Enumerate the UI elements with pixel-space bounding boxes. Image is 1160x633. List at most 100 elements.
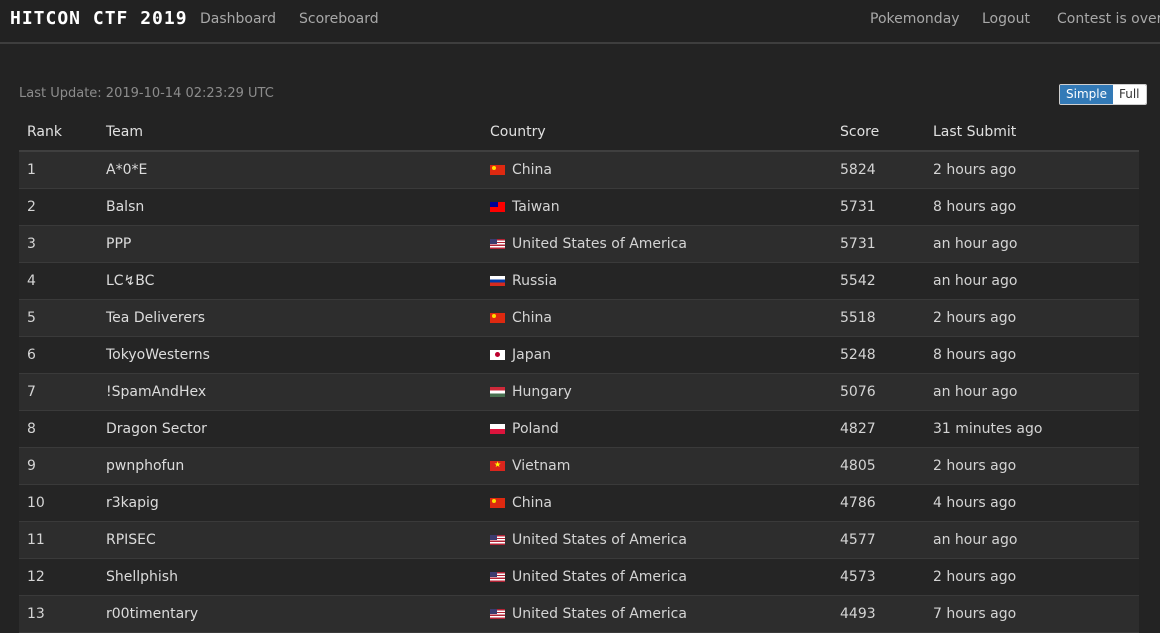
rank-cell: 2 [19, 188, 106, 226]
country-name: China [512, 161, 552, 178]
vn-flag-icon [490, 460, 505, 471]
team-cell: r3kapig [106, 484, 490, 522]
table-row[interactable]: 12 Shellphish United States of America 4573… [19, 558, 1139, 596]
hu-flag-icon [490, 386, 505, 397]
score-cell: 4805 [840, 447, 933, 485]
rank-cell: 11 [19, 521, 106, 559]
score-cell: 4786 [840, 484, 933, 522]
country-name: United States of America [512, 235, 687, 252]
jp-flag-icon [490, 349, 505, 360]
table-row[interactable]: 8 Dragon Sector Poland 4827 31 minutes ago [19, 410, 1139, 448]
last-submit-cell: an hour ago [933, 521, 1139, 559]
rank-cell: 12 [19, 558, 106, 596]
score-cell: 4493 [840, 595, 933, 633]
team-name-link[interactable]: TokyoWesterns [106, 347, 210, 363]
last-submit-cell: 4 hours ago [933, 484, 1139, 522]
table-row[interactable]: 7 !SpamAndHex Hungary 5076 an hour ago [19, 373, 1139, 411]
rank-cell: 8 [19, 410, 106, 448]
full-view-button[interactable]: Full [1112, 85, 1146, 104]
table-header-row: Rank Team Country Score Last Submit [19, 114, 1139, 152]
scoreboard-body: 1 A*0*E China 5824 2 hours ago 2 Balsn Taiwan 5 7… [19, 151, 1139, 633]
country-name: Poland [512, 420, 559, 437]
nav-user-link[interactable]: Pokemonday [870, 11, 960, 27]
table-row[interactable]: 6 TokyoWesterns Japan 5248 8 hours ago [19, 336, 1139, 374]
nav-logout-link[interactable]: Logout [982, 11, 1030, 27]
team-name-link[interactable]: Dragon Sector [106, 421, 207, 437]
last-submit-cell: 2 hours ago [933, 558, 1139, 596]
rank-cell: 1 [19, 151, 106, 189]
rank-cell: 13 [19, 595, 106, 633]
country-cell: China [490, 151, 840, 189]
country-name: Japan [512, 346, 552, 363]
score-cell: 4573 [840, 558, 933, 596]
team-name-link[interactable]: !SpamAndHex [106, 384, 206, 400]
scoreboard-table: Rank Team Country Score Last Submit 1 A*0… [19, 114, 1139, 633]
last-submit-cell: 2 hours ago [933, 299, 1139, 337]
table-row[interactable]: 13 r00timentary United States of America 44… [19, 595, 1139, 633]
team-name-link[interactable]: Tea Deliverers [106, 310, 205, 326]
rank-cell: 6 [19, 336, 106, 374]
view-toggle: Simple Full [1059, 84, 1147, 105]
team-name-link[interactable]: A*0*E [106, 162, 147, 178]
cn-flag-icon [490, 164, 505, 175]
table-row[interactable]: 10 r3kapig China 4786 4 hours ago [19, 484, 1139, 522]
country-name: Russia [512, 272, 558, 289]
country-name: Taiwan [512, 198, 560, 215]
table-row[interactable]: 4 LC↯BC Russia 5542 an hour ago [19, 262, 1139, 300]
last-submit-cell: an hour ago [933, 225, 1139, 263]
team-name-link[interactable]: LC↯BC [106, 273, 154, 289]
score-cell: 5248 [840, 336, 933, 374]
top-navbar: HITCON CTF 2019 Dashboard Scoreboard Pok… [0, 0, 1160, 44]
pl-flag-icon [490, 423, 505, 434]
table-row[interactable]: 3 PPP United States of America 5731 an hour … [19, 225, 1139, 263]
last-update-text: Last Update: 2019-10-14 02:23:29 UTC [19, 86, 274, 101]
team-cell: Dragon Sector [106, 410, 490, 448]
rank-cell: 10 [19, 484, 106, 522]
score-cell: 5076 [840, 373, 933, 411]
country-name: United States of America [512, 605, 687, 622]
team-name-link[interactable]: Balsn [106, 199, 144, 215]
country-cell: Vietnam [490, 447, 840, 485]
country-cell: China [490, 484, 840, 522]
nav-scoreboard-link[interactable]: Scoreboard [299, 11, 379, 27]
table-row[interactable]: 9pwnphofun Vietnam 48052 hours ago [19, 447, 1139, 485]
table-row[interactable]: 1 A*0*E China 5824 2 hours ago [19, 151, 1139, 189]
rank-cell: 5 [19, 299, 106, 337]
tw-flag-icon [490, 201, 505, 212]
score-cell: 5824 [840, 151, 933, 189]
country-cell: Japan [490, 336, 840, 374]
contest-status-text: Contest is over [1057, 11, 1160, 27]
last-submit-cell: an hour ago [933, 373, 1139, 411]
team-cell: A*0*E [106, 151, 490, 189]
team-name-link[interactable]: pwnphofun [106, 458, 184, 474]
score-cell: 4827 [840, 410, 933, 448]
us-flag-icon [490, 238, 505, 249]
simple-view-button[interactable]: Simple [1060, 85, 1113, 104]
team-name-link[interactable]: r00timentary [106, 606, 198, 622]
last-submit-cell: 31 minutes ago [933, 410, 1139, 448]
country-cell: Russia [490, 262, 840, 300]
rank-cell: 9 [19, 447, 106, 485]
country-cell: United States of America [490, 225, 840, 263]
table-row[interactable]: 5 Tea Deliverers China 5518 2 hours ago [19, 299, 1139, 337]
team-name-link[interactable]: RPISEC [106, 532, 156, 548]
header-last-submit: Last Submit [933, 114, 1139, 152]
team-name-link[interactable]: PPP [106, 236, 131, 252]
rank-cell: 4 [19, 262, 106, 300]
header-team: Team [106, 114, 490, 152]
brand-logo[interactable]: HITCON CTF 2019 [10, 8, 188, 29]
team-cell: RPISEC [106, 521, 490, 559]
table-row[interactable]: 11 RPISEC United States of America 4577 an h… [19, 521, 1139, 559]
rank-cell: 3 [19, 225, 106, 263]
table-row[interactable]: 2 Balsn Taiwan 5731 8 hours ago [19, 188, 1139, 226]
team-name-link[interactable]: r3kapig [106, 495, 159, 511]
team-cell: PPP [106, 225, 490, 263]
team-name-link[interactable]: Shellphish [106, 569, 178, 585]
team-cell: r00timentary [106, 595, 490, 633]
rank-cell: 7 [19, 373, 106, 411]
nav-dashboard-link[interactable]: Dashboard [200, 11, 276, 27]
country-cell: Poland [490, 410, 840, 448]
cn-flag-icon [490, 497, 505, 508]
country-name: China [512, 494, 552, 511]
team-cell: Shellphish [106, 558, 490, 596]
